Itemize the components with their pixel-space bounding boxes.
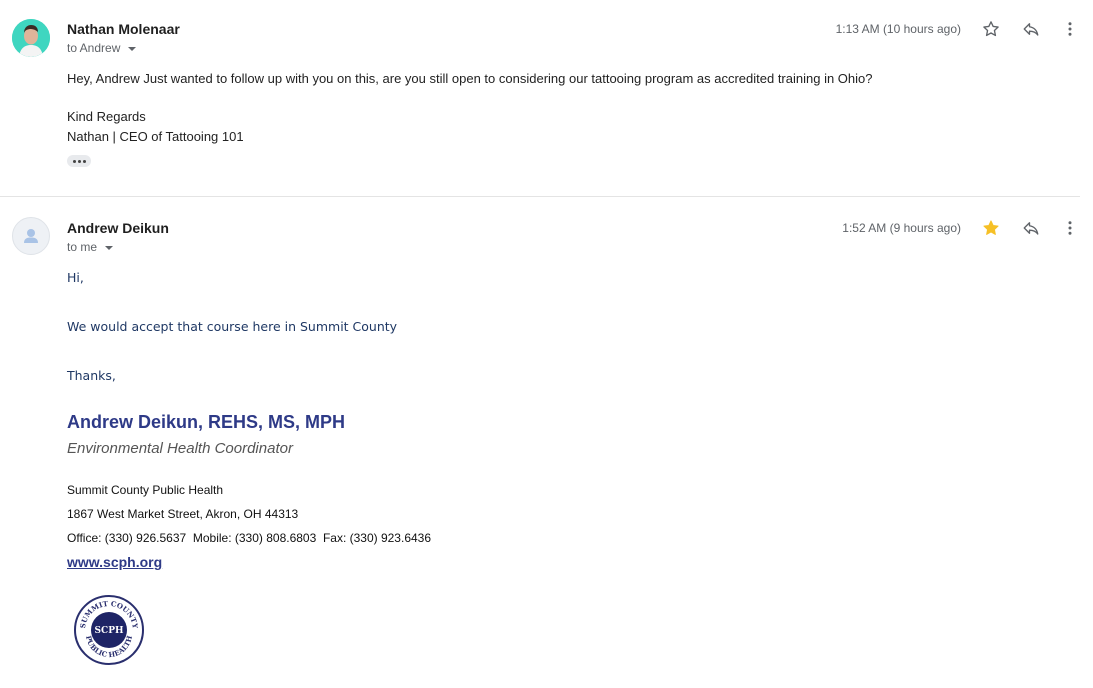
show-trimmed-content-button[interactable] <box>67 155 91 167</box>
signature-title: Environmental Health Coordinator <box>67 440 293 457</box>
message-timestamp: 1:13 AM (10 hours ago) <box>835 22 961 36</box>
sender-name: Andrew Deikun <box>67 220 169 236</box>
closing-line: Thanks, <box>67 368 116 383</box>
star-button[interactable] <box>979 216 1003 240</box>
chevron-down-icon[interactable] <box>128 46 137 51</box>
reply-button[interactable] <box>1019 216 1043 240</box>
greeting: Hi, <box>67 270 84 285</box>
signature-name: Andrew Deikun, REHS, MS, MPH <box>67 412 346 432</box>
message-nathan[interactable]: Nathan Molenaar to Andrew 1:13 AM (10 ho… <box>0 0 1080 197</box>
reply-icon <box>1023 23 1039 36</box>
chevron-down-icon[interactable] <box>105 245 114 250</box>
signature-line: Nathan | CEO of Tattooing 101 <box>67 129 244 144</box>
reply-button[interactable] <box>1019 17 1043 41</box>
reply-icon <box>1023 222 1039 235</box>
recipient-details-toggle[interactable]: to me <box>67 240 114 254</box>
more-options-button[interactable] <box>1058 216 1082 240</box>
signature-organization: Summit County Public Health <box>67 483 224 497</box>
sender-name: Nathan Molenaar <box>67 21 180 37</box>
more-vert-icon <box>1068 22 1072 36</box>
message-text: We would accept that course here in Summ… <box>67 319 398 334</box>
recipient-label: to Andrew <box>67 41 121 55</box>
signature-phones: Office: (330) 926.5637 Mobile: (330) 808… <box>67 531 432 545</box>
star-button[interactable] <box>979 17 1003 41</box>
signature-website-link[interactable]: www.scph.org <box>67 554 162 570</box>
avatar[interactable] <box>12 217 50 255</box>
message-andrew[interactable]: Andrew Deikun to me 1:52 AM (9 hours ago… <box>0 197 1080 688</box>
avatar-photo <box>12 19 50 57</box>
more-options-button[interactable] <box>1058 17 1082 41</box>
closing-line: Kind Regards <box>67 109 146 124</box>
more-vert-icon <box>1068 221 1072 235</box>
avatar[interactable] <box>12 19 50 57</box>
recipient-label: to me <box>67 240 98 254</box>
message-text: Hey, Andrew Just wanted to follow up wit… <box>67 71 873 86</box>
signature-address: 1867 West Market Street, Akron, OH 44313 <box>67 507 299 521</box>
person-icon <box>24 229 38 243</box>
star-icon <box>983 21 999 37</box>
star-icon <box>983 220 999 235</box>
recipient-details-toggle[interactable]: to Andrew <box>67 41 137 55</box>
summit-county-public-health-logo: SUMMIT COUNTY PUBLIC HEALTH SCPH <box>73 594 145 666</box>
email-thread: Nathan Molenaar to Andrew 1:13 AM (10 ho… <box>0 0 1093 688</box>
svg-text:SCPH: SCPH <box>95 626 124 636</box>
message-timestamp: 1:52 AM (9 hours ago) <box>842 221 961 235</box>
message-body: Hey, Andrew Just wanted to follow up wit… <box>67 69 873 147</box>
